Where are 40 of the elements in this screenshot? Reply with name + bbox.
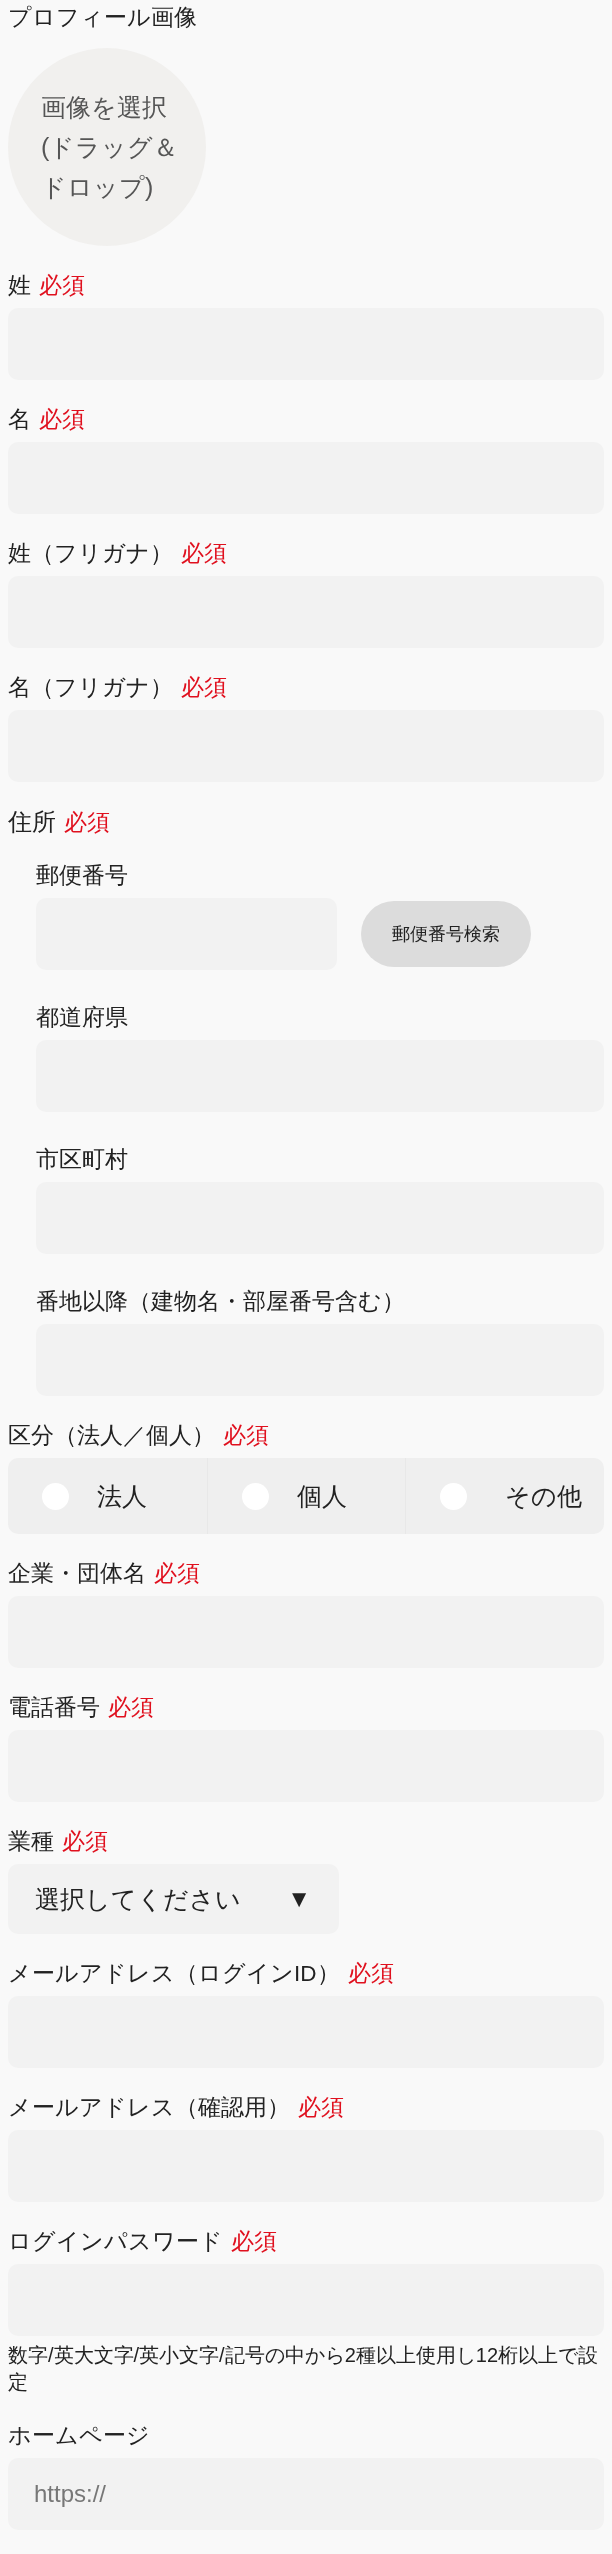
- field-label: メールアドレス（ログインID）: [8, 1960, 340, 1988]
- field-label: ログインパスワード: [8, 2228, 223, 2256]
- text-field[interactable]: https://: [8, 2458, 604, 2530]
- required-label: 必須: [223, 1422, 269, 1450]
- dropdown-value: 選択してください: [35, 1883, 241, 1915]
- radio-label[interactable]: 個人: [296, 1479, 347, 1513]
- radio-label[interactable]: 法人: [97, 1479, 147, 1513]
- required-label: 必須: [154, 1560, 200, 1588]
- field-label: 業種: [8, 1828, 54, 1856]
- field-label: 電話番号: [8, 1694, 100, 1722]
- field-label: 名: [8, 406, 31, 434]
- caret-icon: ▼: [287, 1885, 311, 1913]
- required-label: 必須: [39, 272, 85, 300]
- required-label: 必須: [181, 674, 227, 702]
- required-label: 必須: [347, 1960, 394, 1988]
- dropdown[interactable]: 選択してください ▼: [8, 1864, 339, 1934]
- field-label: 郵便番号: [36, 862, 128, 890]
- field-label: プロフィール画像: [8, 4, 198, 32]
- field-label: ホームページ: [8, 2422, 150, 2450]
- required-label: 必須: [181, 540, 227, 568]
- required-label: 必須: [108, 1694, 154, 1722]
- radio-label[interactable]: その他: [505, 1479, 583, 1513]
- field-label: 姓（フリガナ）: [8, 540, 173, 568]
- required-label: 必須: [231, 2228, 277, 2256]
- field-label: 区分（法人／個人）: [8, 1422, 215, 1450]
- required-label: 必須: [64, 809, 110, 837]
- postal-search-button[interactable]: 郵便番号検索: [361, 901, 531, 967]
- field-label: メールアドレス（確認用）: [8, 2094, 290, 2122]
- field-label: 番地以降（建物名・部屋番号含む）: [36, 1288, 405, 1316]
- hint-text: 数字/英大文字/英小文字/記号の中から2種以上使用し12桁以上で設定: [8, 2343, 600, 2395]
- field-label: 姓: [8, 272, 31, 300]
- field-label: 市区町村: [36, 1146, 128, 1174]
- image-upload-button[interactable]: 画像を選択 (ドラッグ＆ ドロップ): [8, 48, 206, 246]
- required-label: 必須: [298, 2094, 344, 2122]
- required-label: 必須: [39, 406, 85, 434]
- field-label: 名（フリガナ）: [8, 674, 173, 702]
- required-label: 必須: [62, 1828, 108, 1856]
- section-label: 住所: [8, 808, 56, 836]
- field-label: 都道府県: [36, 1004, 128, 1032]
- field-label: 企業・団体名: [8, 1560, 146, 1588]
